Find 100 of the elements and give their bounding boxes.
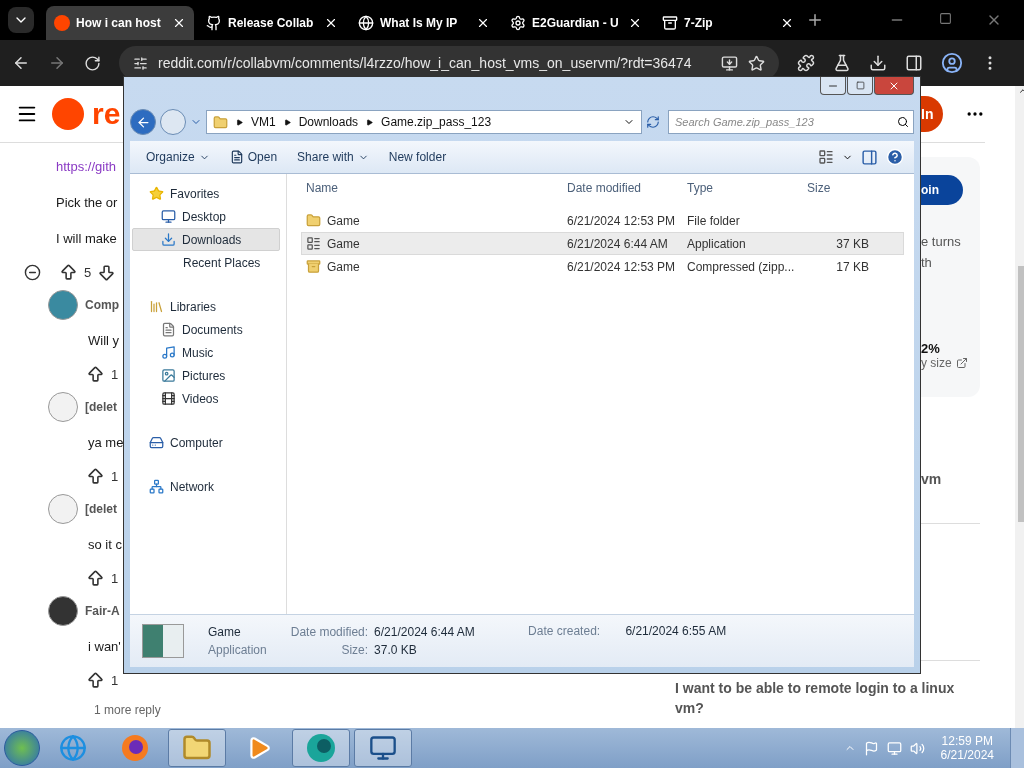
globe-icon <box>59 734 87 762</box>
file-name: Game <box>327 236 360 251</box>
forward-icon[interactable] <box>48 54 66 72</box>
reddit-logo-icon[interactable] <box>52 98 84 130</box>
login-button[interactable]: In <box>921 96 944 132</box>
search-field[interactable]: Search Game.zip_pass_123 <box>668 110 914 134</box>
detail-label: Date modified: <box>290 625 369 639</box>
related-post-title[interactable]: I want to be able to remote login to a linux vm? <box>675 678 975 728</box>
toolbar-button[interactable]: New folder <box>382 146 453 168</box>
close-icon[interactable] <box>780 16 794 30</box>
taskbar-app[interactable] <box>292 729 350 767</box>
separator-icon[interactable] <box>366 118 374 126</box>
taskbar-app[interactable] <box>168 729 226 767</box>
tab-list-button[interactable] <box>8 7 34 33</box>
file-row[interactable]: Game 6/21/2024 6:44 AM Application 37 KB <box>301 232 904 255</box>
post-link[interactable]: https://gith <box>0 149 123 185</box>
toolbar-button[interactable]: Organize <box>140 146 216 168</box>
toolbar-button[interactable]: Share with <box>291 146 375 168</box>
close-icon[interactable] <box>476 16 490 30</box>
breadcrumb-bar[interactable]: VM1 Downloads Game.zip_pass_123 <box>206 110 642 134</box>
close-icon[interactable] <box>172 16 186 30</box>
file-row[interactable]: Game 6/21/2024 12:53 PM File folder <box>301 209 904 232</box>
toolbar-button[interactable]: Open <box>223 146 284 168</box>
separator-icon[interactable] <box>283 118 291 126</box>
comment-author[interactable]: Fair-A <box>85 604 120 618</box>
nav-item[interactable]: Desktop <box>132 205 280 228</box>
maximize-button[interactable] <box>847 77 873 95</box>
column-header[interactable]: Type <box>683 180 803 195</box>
browser-tab[interactable]: How i can host <box>46 6 194 40</box>
nav-item[interactable]: Network <box>132 475 280 498</box>
side-panel-icon[interactable] <box>905 54 923 72</box>
comment-author[interactable]: [delet <box>85 502 117 516</box>
profile-icon[interactable] <box>941 52 963 74</box>
reload-icon[interactable] <box>84 54 101 72</box>
type-cell-text: Compressed (zipp... <box>686 259 796 274</box>
taskbar-app[interactable] <box>354 729 412 767</box>
column-header[interactable]: Name <box>302 180 563 195</box>
site-info-icon[interactable] <box>133 55 148 71</box>
refresh-icon[interactable] <box>646 115 660 129</box>
column-header[interactable]: Date modified <box>563 180 683 195</box>
more-replies-link[interactable]: 1 more reply <box>94 703 161 717</box>
minimize-button[interactable] <box>820 77 846 95</box>
start-button[interactable] <box>4 730 40 766</box>
help-icon[interactable] <box>886 148 904 166</box>
browser-tab[interactable]: Release Collab <box>198 6 346 40</box>
nav-item[interactable]: Music <box>132 341 280 364</box>
nav-item[interactable]: Pictures <box>132 364 280 387</box>
breadcrumb-item[interactable]: Game.zip_pass_123 <box>381 115 492 129</box>
related-post-title[interactable]: vm <box>921 471 1016 487</box>
view-icon[interactable] <box>818 149 834 165</box>
browser-tab[interactable]: E2Guardian - U <box>502 6 650 40</box>
breadcrumb-item[interactable]: Downloads <box>298 115 359 129</box>
back-button[interactable] <box>130 109 156 135</box>
extensions-icon[interactable] <box>797 54 815 72</box>
separator-icon[interactable] <box>236 118 243 126</box>
upvote-icon[interactable] <box>59 262 78 282</box>
back-icon[interactable] <box>12 54 30 72</box>
upvote-icon[interactable] <box>86 466 105 486</box>
detail-label: Date created: <box>528 624 601 638</box>
reddit-icon <box>54 15 70 31</box>
nav-item[interactable]: Downloads <box>132 228 280 251</box>
maximize-icon[interactable] <box>939 12 952 25</box>
new-tab-icon[interactable] <box>806 11 824 29</box>
file-row[interactable]: Game 6/21/2024 12:53 PM Compressed (zipp... 17 KB <box>301 255 904 278</box>
search-icon[interactable] <box>897 116 909 128</box>
upvote-icon[interactable] <box>86 670 105 690</box>
avatar[interactable] <box>48 596 78 626</box>
forward-button[interactable] <box>160 109 186 135</box>
file-type: Application <box>208 643 267 657</box>
close-icon[interactable] <box>324 16 338 30</box>
comment-author[interactable]: [delet <box>85 400 117 414</box>
upvote-icon[interactable] <box>86 568 105 588</box>
join-button[interactable]: oin <box>921 175 963 205</box>
detail-value: 6/21/2024 6:55 AM <box>624 624 727 638</box>
close-icon[interactable] <box>628 16 642 30</box>
close-button[interactable] <box>874 77 914 95</box>
external-link-icon[interactable] <box>955 357 968 369</box>
nav-item[interactable]: Favorites <box>132 182 280 205</box>
detail-value: 6/21/2024 6:44 AM <box>374 625 476 639</box>
nav-item[interactable]: Videos <box>132 387 280 410</box>
flask-icon[interactable] <box>833 54 851 72</box>
download-icon[interactable] <box>869 54 887 72</box>
comment-author[interactable]: Comp <box>85 298 119 312</box>
collapse-icon[interactable] <box>24 263 41 281</box>
install-icon[interactable] <box>721 54 738 72</box>
preview-pane-icon[interactable] <box>861 148 878 166</box>
breadcrumb-item[interactable]: VM1 <box>251 115 276 129</box>
bookmark-star-icon[interactable] <box>748 54 765 72</box>
nav-item[interactable]: Recent Places <box>132 251 280 274</box>
browser-tab[interactable]: 7-Zip <box>654 6 802 40</box>
detail-value: 37.0 KB <box>374 643 418 657</box>
upvote-icon[interactable] <box>86 364 105 384</box>
downvote-icon[interactable] <box>97 262 117 282</box>
browser-tab[interactable]: What Is My IP <box>350 6 498 40</box>
column-header[interactable]: Size <box>803 180 873 195</box>
nav-item[interactable]: Documents <box>132 318 280 341</box>
file-thumbnail <box>142 624 184 658</box>
nav-item[interactable]: Computer <box>132 431 280 454</box>
nav-item[interactable]: Libraries <box>132 295 280 318</box>
window-icon <box>306 236 321 251</box>
